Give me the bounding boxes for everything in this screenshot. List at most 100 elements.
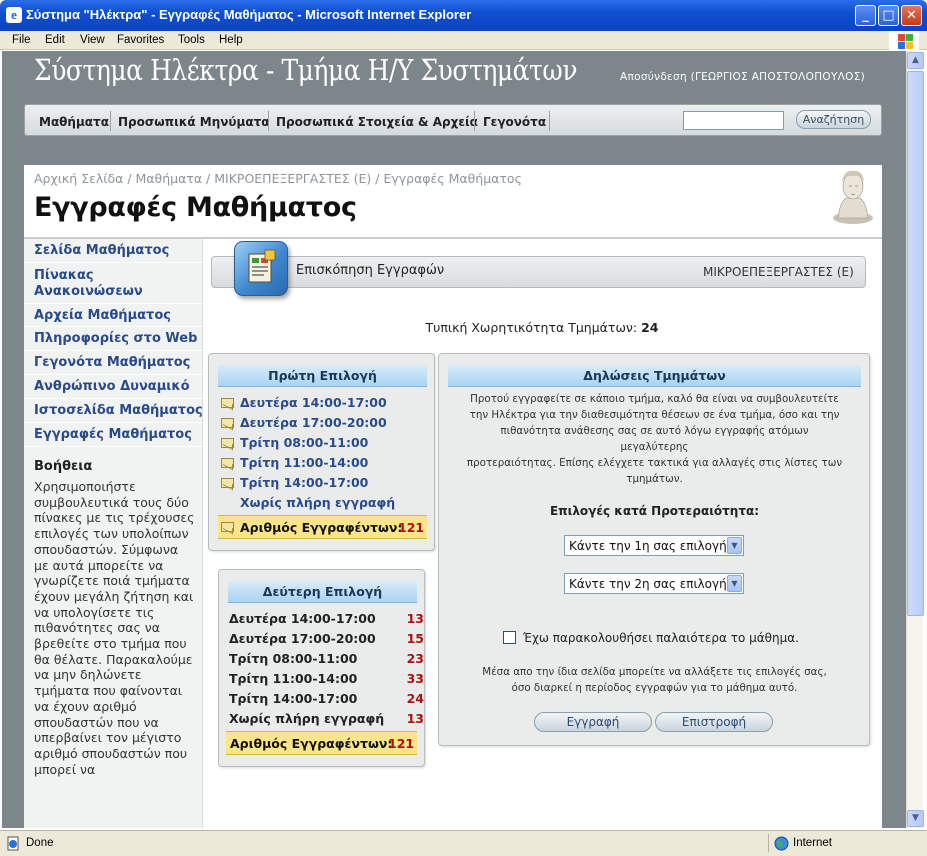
logout-link[interactable]: Αποσύνδεση (ΓΕΩΡΓΙΟΣ ΑΠΟΣΤΟΛΟΠΟΥΛΟΣ): [620, 71, 865, 83]
sidebar-item-announcements[interactable]: Πίνακας Ανακοινώσεων: [24, 263, 144, 303]
minimize-button[interactable]: _: [855, 5, 876, 26]
menu-file[interactable]: File: [12, 34, 31, 46]
first-choice-select-value: Κάντε την 1η σας επιλογή: [569, 539, 727, 553]
window-title-bar: e Σύστημα "Ηλέκτρα" - Εγγραφές Μαθήματος…: [0, 0, 927, 31]
sidebar-item-course-events[interactable]: Γεγονότα Μαθήματος: [24, 351, 203, 375]
slot-label: Τρίτη 11:00-14:00: [229, 671, 358, 686]
capacity-value: 24: [641, 320, 659, 335]
second-choice-total: Αριθμός Εγγραφέντων: 121: [226, 731, 417, 755]
slot-count: 33: [406, 671, 424, 686]
second-choice-box: Δεύτερη Επιλογή Δευτέρα 14:00-17:00 13 Δ…: [218, 569, 425, 767]
intro-line: μεγαλύτερης: [620, 441, 689, 453]
first-choice-box: Πρώτη Επιλογή Δευτέρα 14:00-17:00 29 Δευ…: [208, 353, 456, 551]
slot-count: 24: [406, 691, 424, 706]
note-line: όσο διαρκεί η περίοδος εγγραφών για το μ…: [511, 682, 798, 694]
nav-divider: [110, 111, 111, 131]
intro-line: προτεραιότητας. Επίσης ελέγχετε τακτικά …: [466, 457, 843, 469]
close-button[interactable]: ✕: [901, 5, 922, 26]
attended-before-checkbox[interactable]: [503, 631, 516, 644]
first-choice-title: Πρώτη Επιλογή: [218, 365, 427, 387]
slot-label: Χωρίς πλήρη εγγραφή: [229, 711, 385, 726]
scroll-up-icon[interactable]: ▲: [907, 52, 924, 69]
slot-label: Τρίτη 08:00-11:00: [229, 651, 358, 666]
registrations-icon: [234, 241, 288, 296]
maximize-button[interactable]: □: [878, 5, 899, 26]
mail-icon[interactable]: [221, 418, 234, 428]
total-label: Αριθμός Εγγραφέντων:: [230, 736, 393, 751]
slot-link[interactable]: Χωρίς πλήρη εγγραφή: [240, 495, 395, 510]
help-text: Χρησιμοποιήστε συμβουλευτικά τους δύο πί…: [34, 479, 195, 777]
slot-count: 13: [406, 711, 424, 726]
sidebar-item-registrations[interactable]: Εγγραφές Μαθήματος: [24, 423, 203, 447]
sidebar-item-course-page[interactable]: Σελίδα Μαθήματος: [24, 239, 203, 263]
nav-divider: [474, 111, 475, 131]
slot-link[interactable]: Δευτέρα 17:00-20:00: [240, 415, 387, 430]
page-done-icon: [7, 836, 19, 851]
mail-icon[interactable]: [221, 478, 234, 488]
slot-label: Τρίτη 14:00-17:00: [229, 691, 358, 706]
priority-label: Επιλογές κατά Προτεραιότητα:: [549, 504, 760, 518]
section-title: Επισκόπηση Εγγραφών: [296, 263, 445, 278]
capacity-label: Τυπική Χωρητικότητα Τμημάτων:: [425, 320, 638, 335]
first-choice-total: Αριθμός Εγγραφέντων: 121: [218, 515, 427, 539]
menu-favorites[interactable]: Favorites: [117, 34, 164, 46]
total-value: 121: [388, 736, 415, 751]
slot-link[interactable]: Τρίτη 11:00-14:00: [240, 455, 368, 470]
internet-zone-icon: [774, 836, 789, 851]
menu-view[interactable]: View: [80, 34, 105, 46]
window-title: Σύστημα "Ηλέκτρα" - Εγγραφές Μαθήματος -…: [26, 7, 472, 22]
nav-divider: [549, 111, 550, 131]
status-text: Done: [26, 837, 54, 849]
attended-before-label: Έχω παρακολουθήσει παλαιότερα το μάθημα.: [523, 631, 799, 645]
slot-link[interactable]: Τρίτη 08:00-11:00: [240, 435, 368, 450]
scroll-down-icon[interactable]: ▼: [907, 810, 924, 827]
ie-icon: e: [6, 7, 22, 23]
help-title: Βοήθεια: [34, 459, 93, 474]
sidebar-item-staff[interactable]: Ανθρώπινο Δυναμικό: [24, 375, 203, 399]
menu-bar: File Edit View Favorites Tools Help: [0, 31, 927, 50]
chevron-down-icon[interactable]: ▼: [727, 537, 742, 554]
nav-personal-messages[interactable]: Προσωπικά Μηνύματα: [118, 115, 270, 129]
total-value: 121: [398, 520, 425, 535]
section-course-name: ΜΙΚΡΟΕΠΕΞΕΡΓΑΣΤΕΣ (Ε): [703, 265, 854, 279]
nav-events[interactable]: Γεγονότα: [483, 115, 546, 129]
menu-edit[interactable]: Edit: [45, 34, 65, 46]
menu-help[interactable]: Help: [219, 34, 243, 46]
mail-icon[interactable]: [221, 458, 234, 468]
second-choice-select[interactable]: Κάντε την 2η σας επιλογή ▼: [564, 573, 744, 594]
second-choice-select-value: Κάντε την 2η σας επιλογή: [569, 577, 727, 591]
slot-count: 15: [406, 631, 424, 646]
mail-icon[interactable]: [221, 438, 234, 448]
search-button[interactable]: Αναζήτηση: [796, 110, 871, 129]
status-bar: Done Internet: [0, 830, 927, 856]
slot-label: Δευτέρα 14:00-17:00: [229, 611, 376, 626]
search-input[interactable]: [683, 111, 784, 130]
intro-line: τμημάτων.: [626, 473, 683, 485]
note-line: Μέσα απο την ίδια σελίδα μπορείτε να αλλ…: [482, 666, 827, 678]
slot-link[interactable]: Τρίτη 14:00-17:00: [240, 475, 368, 490]
total-label: Αριθμός Εγγραφέντων:: [240, 520, 403, 535]
mail-icon[interactable]: [221, 398, 234, 408]
back-button[interactable]: Επιστροφή: [655, 712, 773, 732]
intro-line: Προτού εγγραφείτε σε κάποιο τμήμα, καλό …: [470, 393, 839, 405]
nav-courses[interactable]: Μαθήματα: [39, 115, 109, 129]
menu-tools[interactable]: Tools: [178, 34, 205, 46]
slot-link[interactable]: Δευτέρα 14:00-17:00: [240, 395, 387, 410]
mail-icon[interactable]: [221, 522, 234, 532]
sidebar-item-course-website[interactable]: Ιστοσελίδα Μαθήματος: [24, 399, 203, 423]
second-choice-title: Δεύτερη Επιλογή: [228, 581, 417, 603]
first-choice-select[interactable]: Κάντε την 1η σας επιλογή ▼: [564, 535, 744, 556]
register-button[interactable]: Εγγραφή: [534, 712, 652, 732]
statue-logo-icon: [833, 170, 873, 224]
scroll-thumb[interactable]: [907, 71, 924, 616]
slot-label: Δευτέρα 17:00-20:00: [229, 631, 376, 646]
nav-personal-info-files[interactable]: Προσωπικά Στοιχεία & Αρχεία: [276, 115, 478, 129]
slot-count: 13: [406, 611, 424, 626]
capacity-line: Τυπική Χωρητικότητα Τμημάτων: 24: [0, 320, 927, 335]
intro-line: πιθανότητα ανάθεσης σας σε αυτό λόγω εγγ…: [500, 425, 809, 437]
slot-count: 23: [406, 651, 424, 666]
vertical-scrollbar[interactable]: ▲ ▼: [906, 51, 924, 828]
chevron-down-icon[interactable]: ▼: [727, 575, 742, 592]
breadcrumb[interactable]: Αρχική Σελίδα / Μαθήματα / ΜΙΚΡΟΕΠΕΞΕΡΓΑ…: [34, 171, 522, 186]
declarations-title: Δηλώσεις Τμημάτων: [448, 365, 861, 387]
